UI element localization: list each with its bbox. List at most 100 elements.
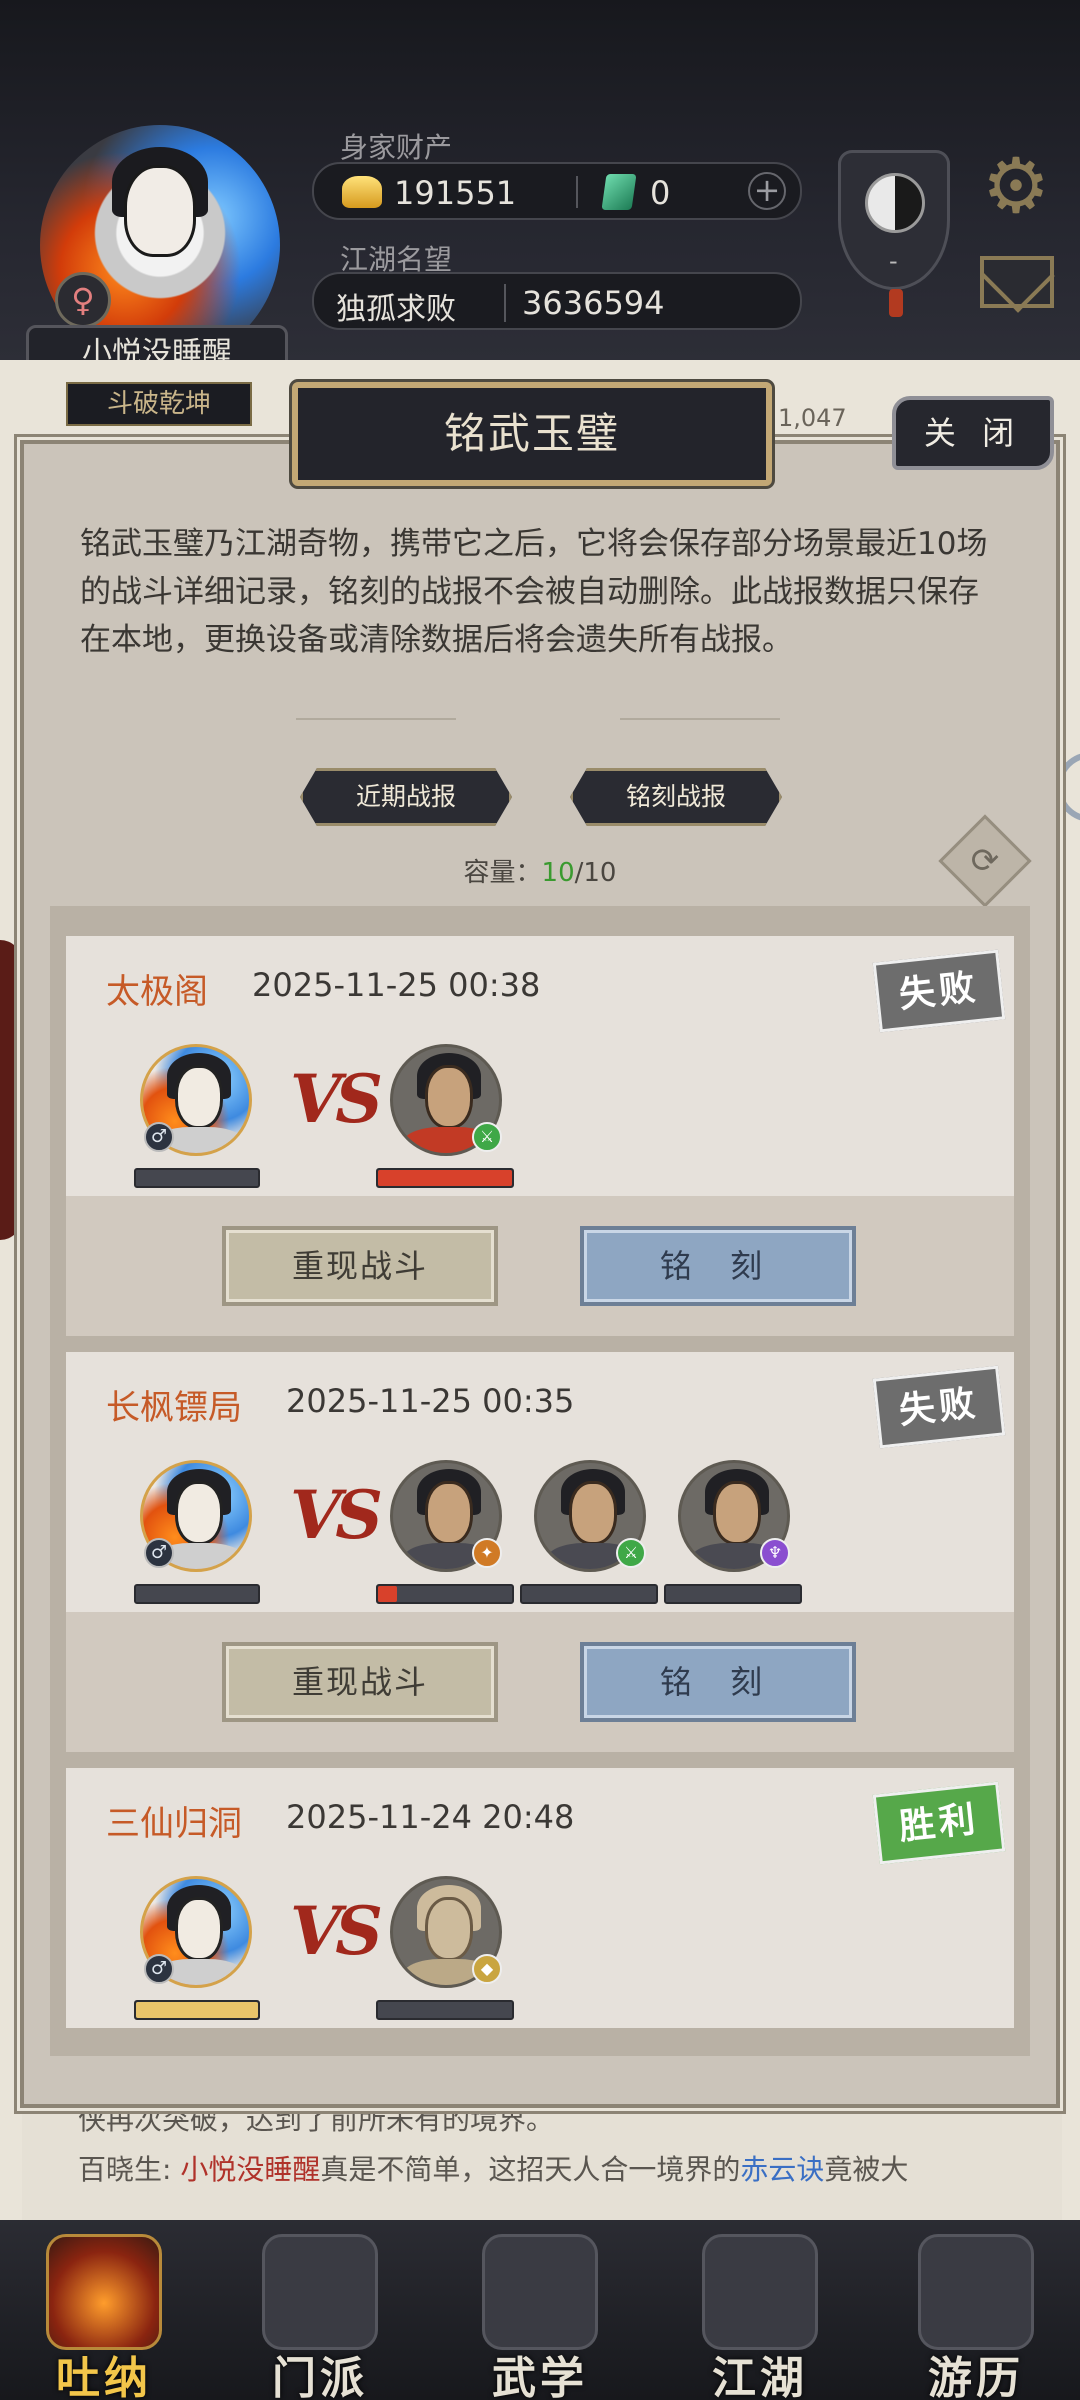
- male-gender-icon: ♂: [144, 1538, 174, 1568]
- element-badge-icon: ⚔: [472, 1122, 502, 1152]
- log-line: 百晓生: 小悦没睡醒真是不简单，这招天人合一境界的赤云诀竟被大: [78, 2148, 908, 2188]
- card-actions: [66, 1612, 1014, 1752]
- card-actions: [66, 1196, 1014, 1336]
- portrait-face: [175, 1897, 223, 1961]
- player-hp-bar: [134, 1584, 260, 1604]
- tuna-icon: [46, 2234, 162, 2350]
- capacity-max: /10: [574, 858, 617, 888]
- jade-icon: [601, 174, 637, 210]
- yin-yang-icon: [865, 173, 925, 233]
- ornament-divider: [620, 718, 780, 728]
- nav-martial-arts[interactable]: 武学: [450, 2234, 630, 2400]
- opponent-hp-bar: [664, 1584, 802, 1604]
- divider: [576, 176, 578, 208]
- portrait-face: [425, 1481, 473, 1545]
- result-stamp: 胜利: [872, 1781, 1006, 1865]
- battle-location: 三仙归洞: [106, 1804, 242, 1844]
- taiji-emblem-icon[interactable]: -: [838, 150, 950, 317]
- result-stamp: 失败: [872, 1365, 1006, 1449]
- player-hp-bar: [134, 1168, 260, 1188]
- element-badge-icon: ◆: [472, 1954, 502, 1984]
- nav-label: 吐纳: [56, 2353, 152, 2400]
- resource-bar: 191551 0 +: [312, 162, 802, 220]
- gold-amount: 191551: [394, 174, 517, 212]
- portrait-face: [425, 1897, 473, 1961]
- battle-location: 太极阁: [106, 972, 208, 1012]
- reputation-title: 独孤求败: [336, 292, 456, 327]
- male-gender-icon: ♂: [144, 1122, 174, 1152]
- vs-icon: VS: [290, 1892, 383, 1970]
- male-gender-icon: ♂: [144, 1954, 174, 1984]
- bottom-navigation: 吐纳 门派 武学 江湖 游历: [0, 2220, 1080, 2400]
- battle-card: 太极阁 2025-11-25 00:38 失败 ♂ VS ⚔ 重现战斗 铭 刻: [66, 936, 1014, 1336]
- replay-battle-button[interactable]: 重现战斗: [222, 1226, 498, 1306]
- capacity-current: 10: [541, 858, 575, 888]
- nav-tuna[interactable]: 吐纳: [14, 2234, 194, 2400]
- avatar-face: [124, 165, 196, 257]
- nav-label: 江湖: [712, 2353, 808, 2400]
- tassel: [889, 289, 903, 317]
- element-badge-icon: ⚔: [616, 1538, 646, 1568]
- battle-card: 长枫镖局 2025-11-25 00:35 失败 ♂ VS ✦ ⚔ ♆ 重现战斗…: [66, 1352, 1014, 1752]
- battle-card: 三仙归洞 2025-11-24 20:48 胜利 ♂ VS ◆: [66, 1768, 1014, 2034]
- engrave-button[interactable]: 铭 刻: [580, 1226, 856, 1306]
- sect-icon: [262, 2234, 378, 2350]
- log-speaker: 百晓生:: [78, 2153, 181, 2186]
- add-currency-button[interactable]: +: [748, 172, 786, 210]
- player-title: 斗破乾坤: [66, 382, 252, 426]
- portrait-face: [175, 1065, 223, 1129]
- opponent-hp-bar: [376, 2000, 514, 2020]
- modal-description: 铭武玉璧乃江湖奇物，携带它之后，它将会保存部分场景最近10场的战斗详细记录，铭刻…: [80, 526, 988, 658]
- emblem-dash: -: [889, 247, 898, 275]
- log-text-tail: 竟被大: [824, 2153, 909, 2186]
- bamboo-hat-icon: [702, 2234, 818, 2350]
- scroll-book-icon: [482, 2234, 598, 2350]
- vs-icon: VS: [290, 1476, 383, 1554]
- gold-ingot-icon: [342, 176, 382, 208]
- portrait-face: [175, 1481, 223, 1545]
- reputation-value: 3636594: [504, 284, 665, 322]
- tab-recent-reports[interactable]: 近期战报: [300, 768, 512, 826]
- result-stamp: 失败: [872, 949, 1006, 1033]
- engrave-button[interactable]: 铭 刻: [580, 1642, 856, 1722]
- element-badge-icon: ♆: [760, 1538, 790, 1568]
- horse-icon: [918, 2234, 1034, 2350]
- nav-jianghu[interactable]: 江湖: [670, 2234, 850, 2400]
- nav-label: 武学: [492, 2353, 588, 2400]
- log-skill-name: 赤云诀: [740, 2153, 825, 2186]
- hp-fill: [378, 1170, 512, 1186]
- nav-label: 游历: [928, 2353, 1024, 2400]
- portrait-face: [713, 1481, 761, 1545]
- nav-label: 门派: [272, 2353, 368, 2400]
- replay-battle-button[interactable]: 重现战斗: [222, 1642, 498, 1722]
- opponent-hp-bar: [520, 1584, 658, 1604]
- close-button[interactable]: 关 闭: [892, 396, 1054, 470]
- vs-icon: VS: [290, 1060, 383, 1138]
- portrait-face: [569, 1481, 617, 1545]
- element-badge-icon: ✦: [472, 1538, 502, 1568]
- capacity-readout: 容量：10/10: [420, 852, 660, 889]
- log-text: 真是不简单，这招天人合一境界的: [320, 2153, 741, 2186]
- battle-time: 2025-11-24 20:48: [286, 1798, 575, 1836]
- modal-title: 铭武玉璧: [292, 382, 772, 486]
- nav-travel[interactable]: 游历: [886, 2234, 1066, 2400]
- nav-sect[interactable]: 门派: [230, 2234, 410, 2400]
- ornament-divider: [296, 718, 456, 728]
- assets-label: 身家财产: [340, 131, 453, 164]
- jade-amount: 0: [650, 174, 671, 212]
- opponent-hp-bar: [376, 1168, 514, 1188]
- player-hp-bar: [134, 2000, 260, 2020]
- hp-fill: [378, 1586, 397, 1602]
- reputation-bar: 独孤求败 3636594: [312, 272, 802, 330]
- battle-time: 2025-11-25 00:35: [286, 1382, 575, 1420]
- capacity-label: 容量：: [463, 858, 542, 888]
- female-gender-icon: ♀: [55, 272, 111, 328]
- battle-location: 长枫镖局: [106, 1388, 242, 1428]
- gear-icon[interactable]: ⚙: [978, 148, 1054, 224]
- battle-time: 2025-11-25 00:38: [252, 966, 541, 1004]
- hp-fill: [136, 2002, 258, 2018]
- background-tree: [0, 940, 22, 1240]
- portrait-face: [425, 1065, 473, 1129]
- mail-icon[interactable]: [980, 256, 1054, 308]
- tab-engraved-reports[interactable]: 铭刻战报: [570, 768, 782, 826]
